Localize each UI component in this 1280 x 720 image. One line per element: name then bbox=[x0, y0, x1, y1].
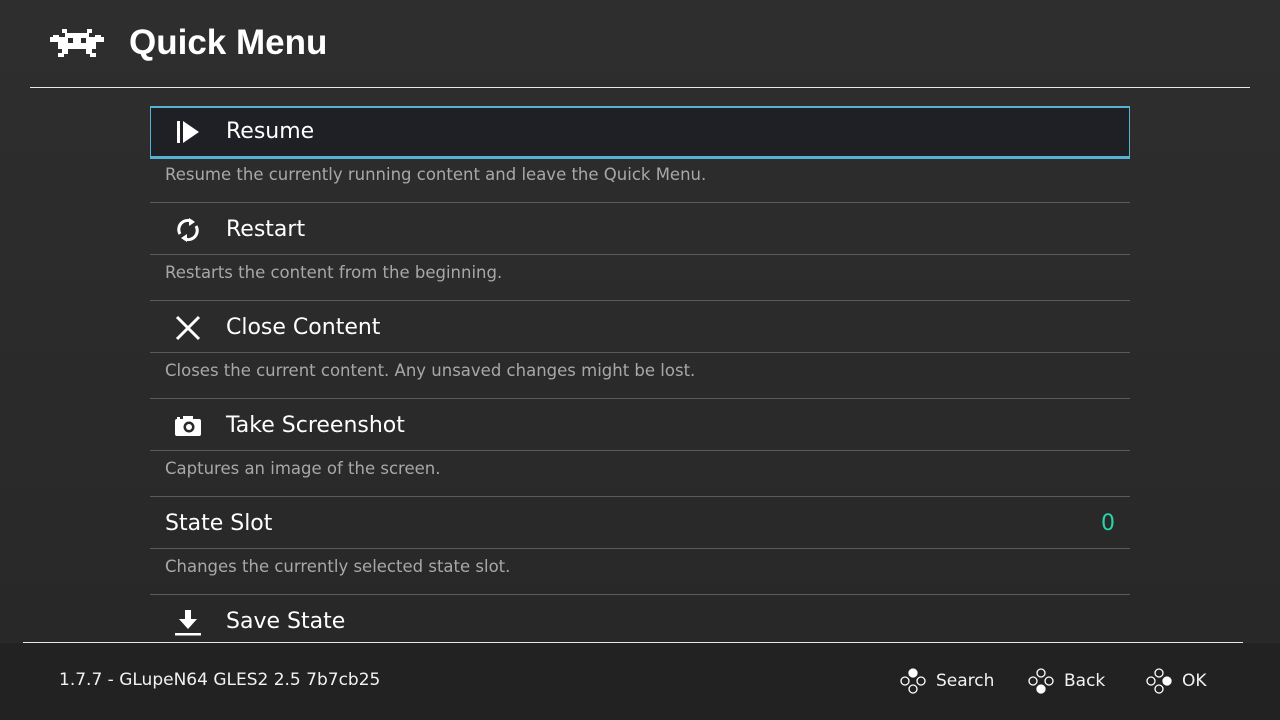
search-button[interactable]: Search bbox=[900, 668, 994, 694]
menu-entry-close-content[interactable]: Close Content Closes the current content… bbox=[150, 300, 1130, 400]
state-slot-value[interactable]: 0 bbox=[1101, 510, 1115, 538]
close-icon bbox=[174, 314, 202, 342]
menu-entry-label: Restart bbox=[226, 217, 306, 242]
gamepad-top-button-icon bbox=[900, 668, 926, 694]
header: Quick Menu bbox=[0, 0, 1280, 88]
menu-entry-label: Save State bbox=[226, 609, 346, 634]
retroarch-invader-icon bbox=[50, 29, 104, 57]
back-button-label: Back bbox=[1064, 671, 1106, 691]
menu-entry-restart[interactable]: Restart Restarts the content from the be… bbox=[150, 202, 1130, 302]
header-divider bbox=[30, 87, 1250, 88]
gamepad-right-button-icon bbox=[1146, 668, 1172, 694]
divider bbox=[150, 450, 1130, 451]
restart-icon bbox=[174, 216, 202, 244]
save-state-icon bbox=[174, 608, 202, 636]
resume-icon bbox=[174, 118, 202, 146]
camera-icon bbox=[174, 412, 202, 440]
divider bbox=[150, 352, 1130, 353]
menu-entry-description: Restarts the content from the beginning. bbox=[165, 263, 503, 282]
menu-entry-resume[interactable]: Resume Resume the currently running cont… bbox=[150, 106, 1130, 204]
divider bbox=[150, 496, 1130, 497]
menu-entry-label: Resume bbox=[226, 119, 315, 144]
divider bbox=[150, 254, 1130, 255]
divider bbox=[150, 300, 1130, 301]
menu-entry-description: Captures an image of the screen. bbox=[165, 459, 441, 478]
menu-entry-description: Resume the currently running content and… bbox=[165, 165, 707, 184]
divider bbox=[150, 398, 1130, 399]
quick-menu-list[interactable]: Resume Resume the currently running cont… bbox=[150, 106, 1130, 642]
menu-entry-label: Take Screenshot bbox=[226, 413, 405, 438]
search-button-label: Search bbox=[936, 671, 995, 691]
divider bbox=[150, 548, 1130, 549]
gamepad-bottom-button-icon bbox=[1028, 668, 1054, 694]
menu-entry-label: State Slot bbox=[165, 511, 273, 536]
menu-entry-description: Closes the current content. Any unsaved … bbox=[165, 361, 696, 380]
page-title: Quick Menu bbox=[129, 23, 328, 62]
menu-entry-label: Close Content bbox=[226, 315, 381, 340]
menu-entry-description: Changes the currently selected state slo… bbox=[165, 557, 511, 576]
menu-entry-state-slot[interactable]: State Slot 0 Changes the currently selec… bbox=[150, 496, 1130, 596]
menu-entry-save-state[interactable]: Save State bbox=[150, 594, 1130, 642]
version-info: 1.7.7 - GLupeN64 GLES2 2.5 7b7cb25 bbox=[59, 670, 381, 690]
footer: 1.7.7 - GLupeN64 GLES2 2.5 7b7cb25 Searc… bbox=[0, 643, 1280, 720]
divider bbox=[150, 594, 1130, 595]
menu-entry-take-screenshot[interactable]: Take Screenshot Captures an image of the… bbox=[150, 398, 1130, 498]
ok-button[interactable]: OK bbox=[1146, 668, 1207, 694]
divider bbox=[150, 202, 1130, 203]
ok-button-label: OK bbox=[1182, 671, 1207, 691]
back-button[interactable]: Back bbox=[1028, 668, 1105, 694]
